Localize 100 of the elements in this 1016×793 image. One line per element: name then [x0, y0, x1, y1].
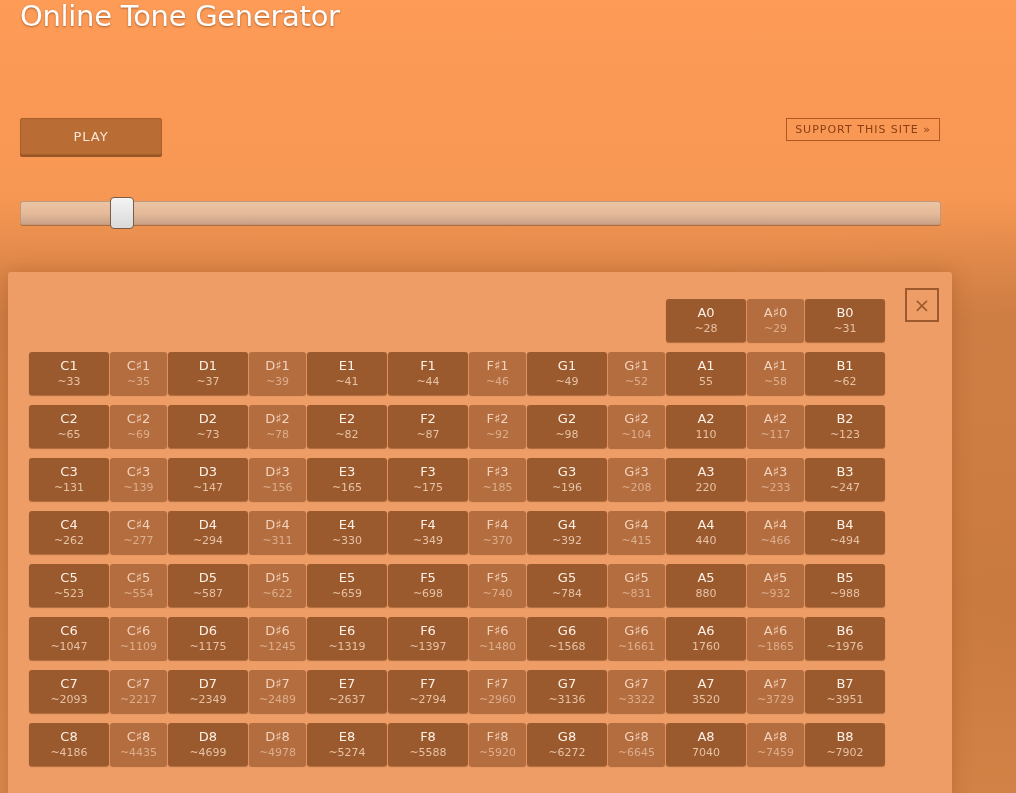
note-key[interactable]: C8 ~4186	[29, 723, 109, 766]
note-key[interactable]: G♯4 ~415	[608, 511, 665, 554]
note-key[interactable]: C5 ~523	[29, 564, 109, 607]
note-key[interactable]: D7 ~2349	[168, 670, 248, 713]
note-key[interactable]: G5 ~784	[527, 564, 607, 607]
note-key[interactable]: D2 ~73	[168, 405, 248, 448]
note-key[interactable]: G2 ~98	[527, 405, 607, 448]
note-key[interactable]: B8 ~7902	[805, 723, 885, 766]
note-key[interactable]: G♯1 ~52	[608, 352, 665, 395]
note-key[interactable]: D4 ~294	[168, 511, 248, 554]
note-key[interactable]: A7 3520	[666, 670, 746, 713]
note-key[interactable]: B5 ~988	[805, 564, 885, 607]
note-key[interactable]: B7 ~3951	[805, 670, 885, 713]
note-key[interactable]: D♯1 ~39	[249, 352, 306, 395]
note-key[interactable]: G♯3 ~208	[608, 458, 665, 501]
note-key[interactable]: F♯7 ~2960	[469, 670, 526, 713]
note-key[interactable]: A6 1760	[666, 617, 746, 660]
note-key[interactable]: G3 ~196	[527, 458, 607, 501]
note-key[interactable]: C♯7 ~2217	[110, 670, 167, 713]
note-key[interactable]: C6 ~1047	[29, 617, 109, 660]
note-key[interactable]: E4 ~330	[307, 511, 387, 554]
note-key[interactable]: A♯1 ~58	[747, 352, 804, 395]
note-key[interactable]: D♯5 ~622	[249, 564, 306, 607]
note-key[interactable]: D♯8 ~4978	[249, 723, 306, 766]
note-key[interactable]: G6 ~1568	[527, 617, 607, 660]
note-key[interactable]: G♯7 ~3322	[608, 670, 665, 713]
note-key[interactable]: E3 ~165	[307, 458, 387, 501]
note-key[interactable]: E6 ~1319	[307, 617, 387, 660]
note-key[interactable]: F4 ~349	[388, 511, 468, 554]
note-key[interactable]: B6 ~1976	[805, 617, 885, 660]
note-key[interactable]: B4 ~494	[805, 511, 885, 554]
note-key[interactable]: E1 ~41	[307, 352, 387, 395]
note-key[interactable]: A♯2 ~117	[747, 405, 804, 448]
note-key[interactable]: D♯2 ~78	[249, 405, 306, 448]
note-key[interactable]: C♯4 ~277	[110, 511, 167, 554]
note-key[interactable]: D♯7 ~2489	[249, 670, 306, 713]
note-key[interactable]: D3 ~147	[168, 458, 248, 501]
note-key[interactable]: G4 ~392	[527, 511, 607, 554]
note-key[interactable]: A♯6 ~1865	[747, 617, 804, 660]
note-key[interactable]: F5 ~698	[388, 564, 468, 607]
note-key[interactable]: D♯4 ~311	[249, 511, 306, 554]
note-key[interactable]: A2 110	[666, 405, 746, 448]
note-key[interactable]: G8 ~6272	[527, 723, 607, 766]
note-key[interactable]: C♯1 ~35	[110, 352, 167, 395]
note-key[interactable]: D8 ~4699	[168, 723, 248, 766]
note-key[interactable]: F6 ~1397	[388, 617, 468, 660]
note-key[interactable]: D6 ~1175	[168, 617, 248, 660]
note-key[interactable]: A♯3 ~233	[747, 458, 804, 501]
note-key[interactable]: E5 ~659	[307, 564, 387, 607]
play-button[interactable]: PLAY	[20, 118, 162, 155]
note-key[interactable]: G♯6 ~1661	[608, 617, 665, 660]
note-key[interactable]: C♯8 ~4435	[110, 723, 167, 766]
note-key[interactable]: F♯6 ~1480	[469, 617, 526, 660]
note-key[interactable]: A5 880	[666, 564, 746, 607]
note-key[interactable]: F♯5 ~740	[469, 564, 526, 607]
note-key[interactable]: C3 ~131	[29, 458, 109, 501]
frequency-slider[interactable]	[20, 197, 941, 229]
note-key[interactable]: G7 ~3136	[527, 670, 607, 713]
note-key[interactable]: C2 ~65	[29, 405, 109, 448]
note-key[interactable]: A♯5 ~932	[747, 564, 804, 607]
note-key[interactable]: G1 ~49	[527, 352, 607, 395]
note-key[interactable]: G♯2 ~104	[608, 405, 665, 448]
note-key[interactable]: C♯6 ~1109	[110, 617, 167, 660]
note-key[interactable]: C♯2 ~69	[110, 405, 167, 448]
note-key[interactable]: F8 ~5588	[388, 723, 468, 766]
note-key[interactable]: A♯8 ~7459	[747, 723, 804, 766]
close-button[interactable]: ×	[905, 288, 939, 322]
note-key[interactable]: A♯7 ~3729	[747, 670, 804, 713]
note-key[interactable]: E8 ~5274	[307, 723, 387, 766]
note-key[interactable]: D5 ~587	[168, 564, 248, 607]
note-key[interactable]: C♯3 ~139	[110, 458, 167, 501]
note-key[interactable]: F♯1 ~46	[469, 352, 526, 395]
note-key[interactable]: A0 ~28	[666, 299, 746, 342]
note-key[interactable]: B0 ~31	[805, 299, 885, 342]
note-key[interactable]: B1 ~62	[805, 352, 885, 395]
note-key[interactable]: A♯0 ~29	[747, 299, 804, 342]
note-key[interactable]: D♯3 ~156	[249, 458, 306, 501]
note-key[interactable]: A3 220	[666, 458, 746, 501]
note-key[interactable]: F3 ~175	[388, 458, 468, 501]
support-link[interactable]: SUPPORT THIS SITE »	[786, 118, 940, 141]
note-key[interactable]: A4 440	[666, 511, 746, 554]
note-key[interactable]: E7 ~2637	[307, 670, 387, 713]
note-key[interactable]: F1 ~44	[388, 352, 468, 395]
note-key[interactable]: C1 ~33	[29, 352, 109, 395]
note-key[interactable]: B3 ~247	[805, 458, 885, 501]
note-key[interactable]: F♯8 ~5920	[469, 723, 526, 766]
note-key[interactable]: F2 ~87	[388, 405, 468, 448]
note-key[interactable]: G♯8 ~6645	[608, 723, 665, 766]
note-key[interactable]: F7 ~2794	[388, 670, 468, 713]
note-key[interactable]: C7 ~2093	[29, 670, 109, 713]
note-key[interactable]: D1 ~37	[168, 352, 248, 395]
note-key[interactable]: F♯3 ~185	[469, 458, 526, 501]
note-key[interactable]: F♯4 ~370	[469, 511, 526, 554]
note-key[interactable]: A1 55	[666, 352, 746, 395]
note-key[interactable]: B2 ~123	[805, 405, 885, 448]
note-key[interactable]: E2 ~82	[307, 405, 387, 448]
note-key[interactable]: D♯6 ~1245	[249, 617, 306, 660]
slider-thumb[interactable]	[109, 197, 134, 229]
note-key[interactable]: C4 ~262	[29, 511, 109, 554]
note-key[interactable]: F♯2 ~92	[469, 405, 526, 448]
